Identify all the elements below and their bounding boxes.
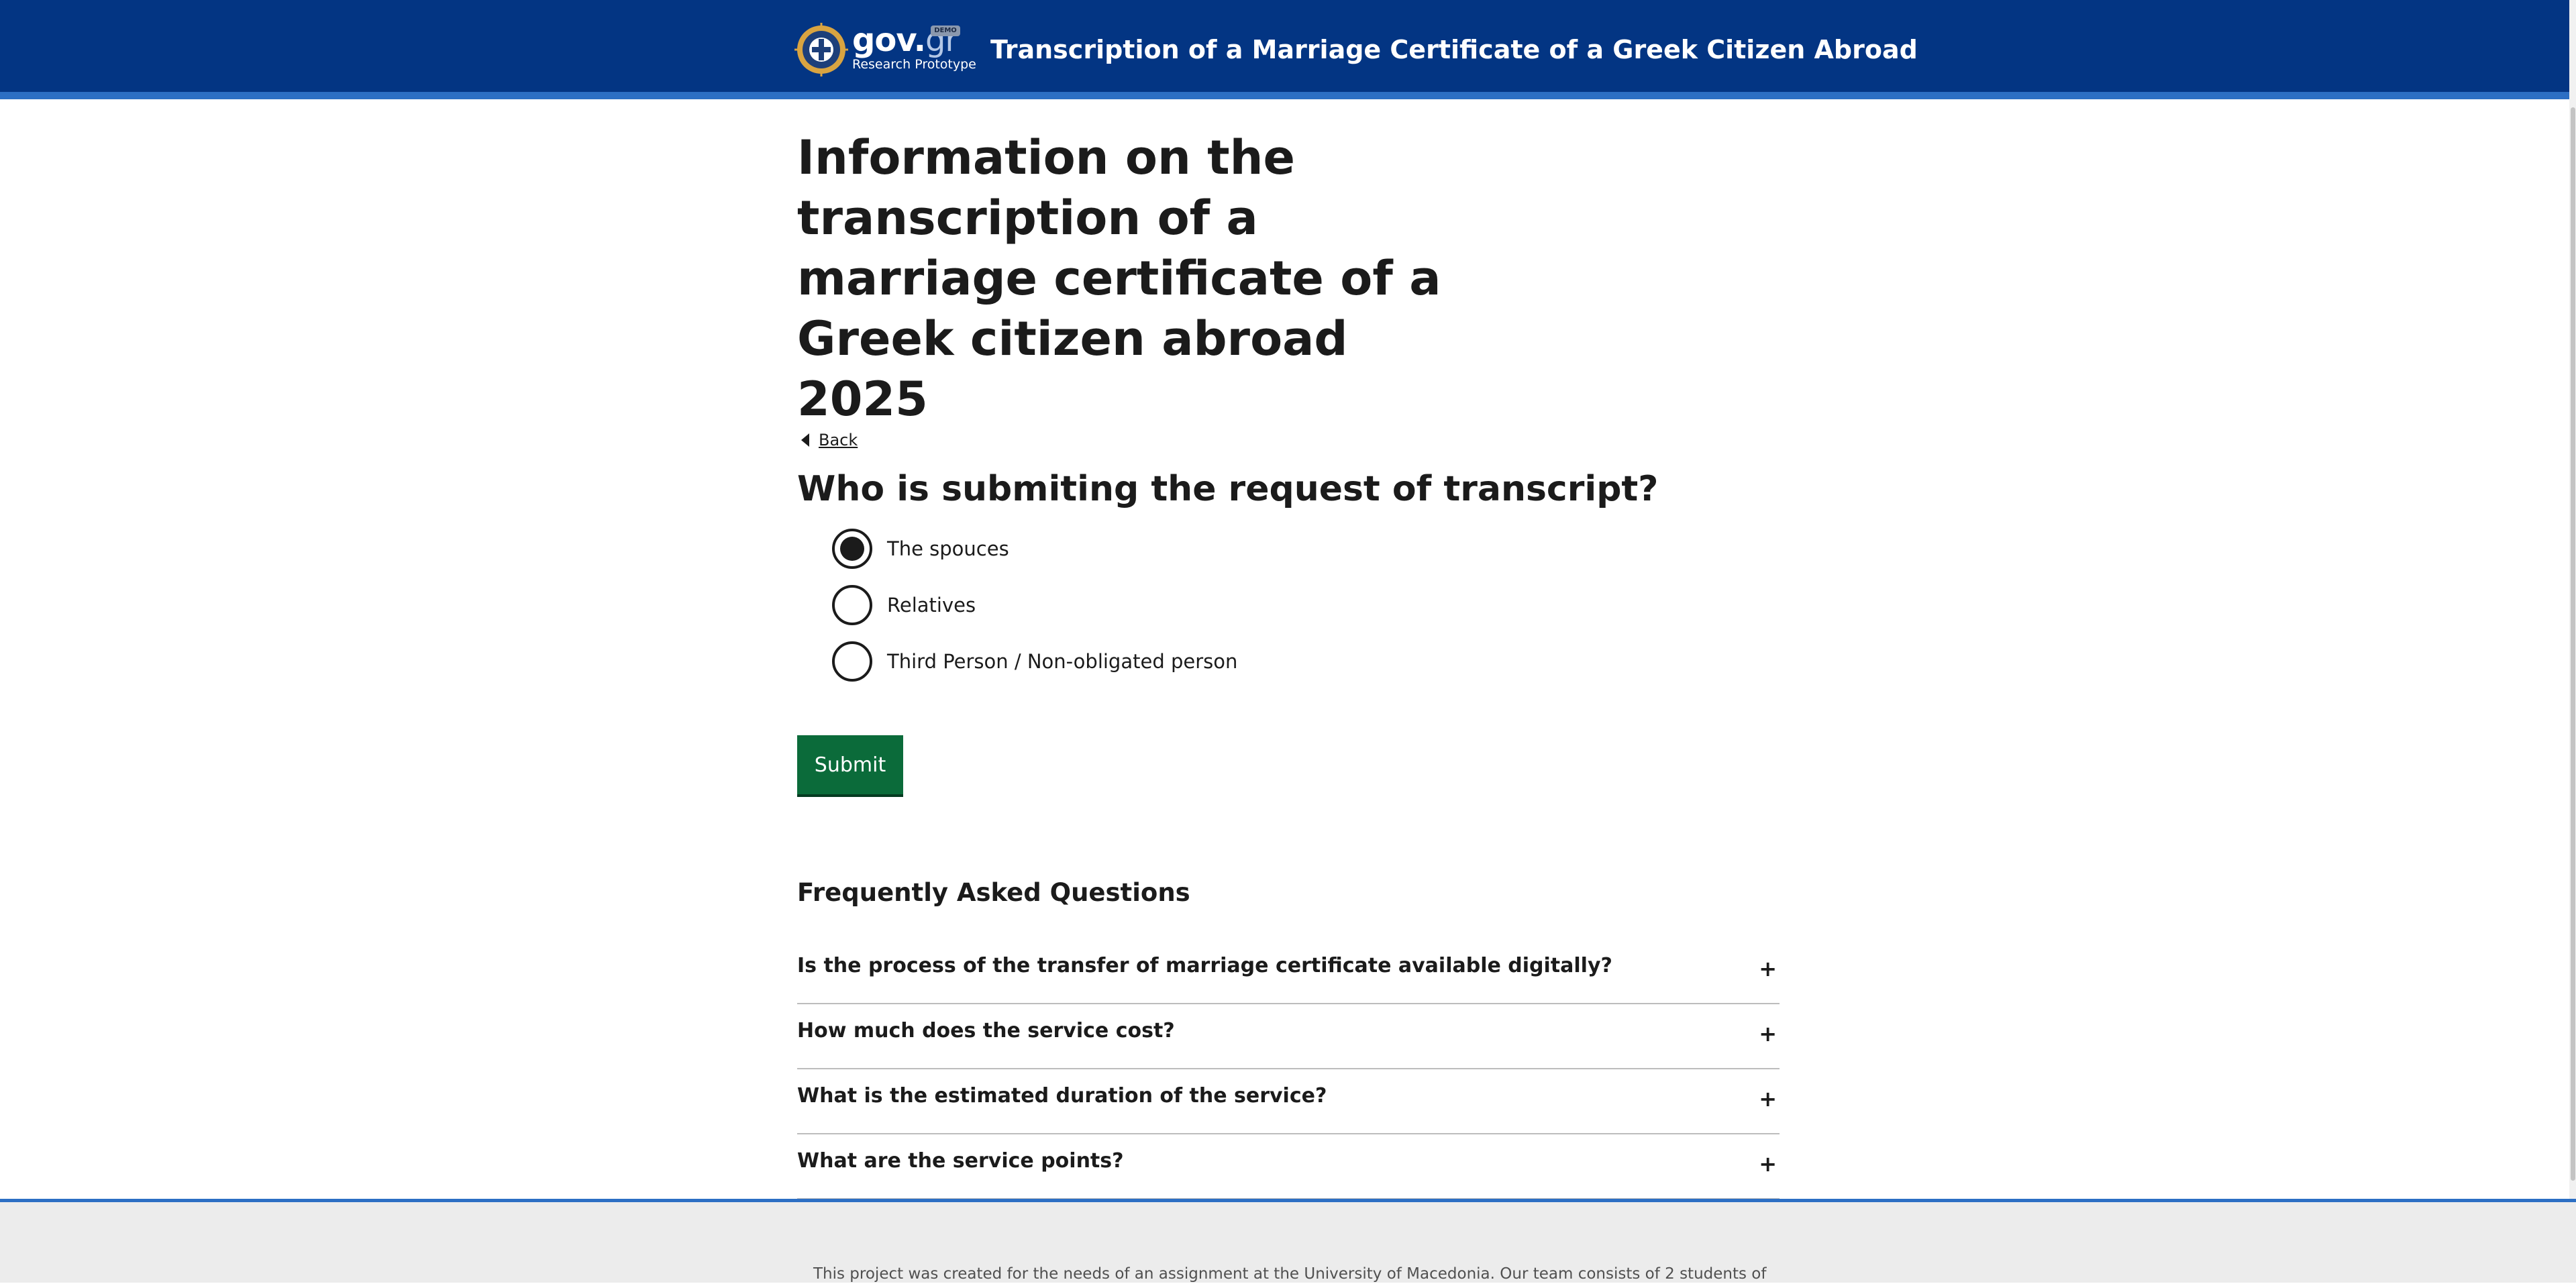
faq-item[interactable]: How much does the service cost? + [797,1004,1780,1069]
radio-button[interactable] [832,529,872,569]
plus-icon[interactable]: + [1759,955,1777,982]
radio-button[interactable] [832,585,872,625]
faq-question: What is the estimated duration of the se… [797,1084,1327,1108]
question-heading: Who is submiting the request of transcri… [797,469,1659,509]
site-header: gov.gr DEMO Research Prototype Transcrip… [0,0,2576,99]
back-label: Back [819,431,858,449]
site-footer: This project was created for the needs o… [0,1199,2576,1283]
logo-subtitle: Research Prototype [852,57,976,72]
page-title: Information on the transcription of a ma… [797,130,1441,427]
radio-option-relatives[interactable]: Relatives [832,577,1237,633]
faq-accordion: Is the process of the transfer of marria… [797,939,1780,1199]
demo-badge: DEMO [931,25,960,36]
radio-button[interactable] [832,641,872,682]
govgr-logo[interactable]: gov.gr DEMO Research Prototype [794,20,976,87]
submit-button[interactable]: Submit [797,735,903,797]
caret-left-icon [801,433,809,447]
scrollbar-thumb[interactable] [2571,107,2575,1181]
radio-label: The spouces [887,537,1009,560]
radio-option-third-person[interactable]: Third Person / Non-obligated person [832,633,1237,690]
faq-question: Is the process of the transfer of marria… [797,954,1612,977]
faq-item[interactable]: Is the process of the transfer of marria… [797,939,1780,1004]
plus-icon[interactable]: + [1759,1151,1777,1177]
faq-item[interactable]: What are the service points? + [797,1134,1780,1199]
radio-option-spouses[interactable]: The spouces [832,521,1237,577]
page-scrollbar[interactable] [2569,0,2576,1201]
faq-heading: Frequently Asked Questions [797,878,1190,907]
radio-label: Relatives [887,594,976,617]
faq-question: What are the service points? [797,1149,1124,1173]
faq-item[interactable]: What is the estimated duration of the se… [797,1069,1780,1134]
footer-text: This project was created for the needs o… [813,1265,1767,1283]
radio-label: Third Person / Non-obligated person [887,650,1238,673]
plus-icon[interactable]: + [1759,1085,1777,1112]
back-link[interactable]: Back [797,431,858,449]
faq-question: How much does the service cost? [797,1019,1175,1042]
greek-emblem-icon [794,23,848,76]
header-title: Transcription of a Marriage Certificate … [990,35,1918,64]
submitter-radio-group: The spouces Relatives Third Person / Non… [832,521,1237,690]
plus-icon[interactable]: + [1759,1020,1777,1047]
